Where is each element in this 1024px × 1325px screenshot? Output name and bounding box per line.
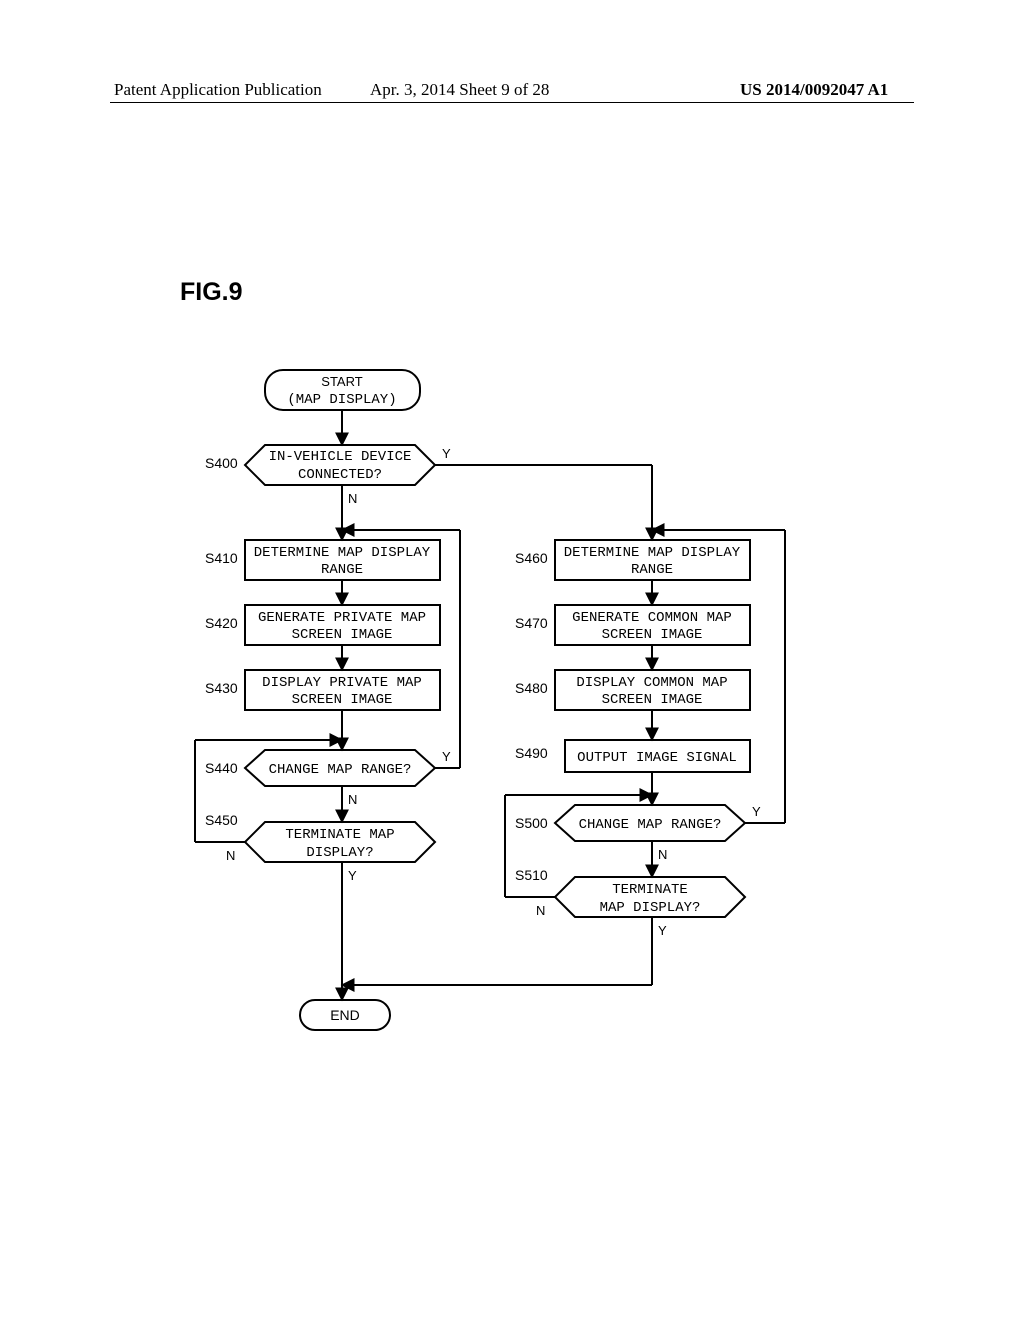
s400-text-2: CONNECTED? [298, 467, 382, 483]
s440-yes: Y [442, 749, 451, 764]
s500-text-1: CHANGE MAP RANGE? [579, 817, 722, 833]
s400-yes: Y [442, 446, 451, 461]
label-s460: S460 [515, 550, 548, 566]
s440-text-1: CHANGE MAP RANGE? [269, 762, 412, 778]
s510-no: N [536, 903, 545, 918]
s480-text-1: DISPLAY COMMON MAP [576, 675, 727, 691]
s400-no: N [348, 491, 357, 506]
node-s490: OUTPUT IMAGE SIGNAL [565, 740, 750, 772]
node-s460: DETERMINE MAP DISPLAY RANGE [555, 540, 750, 580]
node-s420: GENERATE PRIVATE MAP SCREEN IMAGE [245, 605, 440, 645]
node-s510: TERMINATE MAP DISPLAY? [555, 877, 745, 917]
start-text-1: START [321, 374, 362, 389]
s440-no: N [348, 792, 357, 807]
s450-no: N [226, 848, 235, 863]
label-s410: S410 [205, 550, 238, 566]
s420-text-1: GENERATE PRIVATE MAP [258, 610, 426, 626]
node-s500: CHANGE MAP RANGE? [555, 805, 745, 841]
s450-text-1: TERMINATE MAP [285, 827, 394, 843]
label-s510: S510 [515, 867, 548, 883]
label-s430: S430 [205, 680, 238, 696]
s410-text-2: RANGE [321, 562, 363, 578]
s510-text-2: MAP DISPLAY? [600, 900, 701, 916]
s430-text-1: DISPLAY PRIVATE MAP [262, 675, 422, 691]
label-s480: S480 [515, 680, 548, 696]
start-text-2: (MAP DISPLAY) [287, 392, 396, 408]
flowchart: START (MAP DISPLAY) IN-VEHICLE DEVICE CO… [0, 0, 1024, 1325]
node-s480: DISPLAY COMMON MAP SCREEN IMAGE [555, 670, 750, 710]
s470-text-1: GENERATE COMMON MAP [572, 610, 732, 626]
s510-yes: Y [658, 923, 667, 938]
s480-text-2: SCREEN IMAGE [602, 692, 703, 708]
node-s450: TERMINATE MAP DISPLAY? [245, 822, 435, 862]
label-s440: S440 [205, 760, 238, 776]
label-s500: S500 [515, 815, 548, 831]
s490-text-1: OUTPUT IMAGE SIGNAL [577, 750, 737, 766]
s470-text-2: SCREEN IMAGE [602, 627, 703, 643]
s420-text-2: SCREEN IMAGE [292, 627, 393, 643]
s430-text-2: SCREEN IMAGE [292, 692, 393, 708]
s500-no: N [658, 847, 667, 862]
node-s410: DETERMINE MAP DISPLAY RANGE [245, 540, 440, 580]
node-s430: DISPLAY PRIVATE MAP SCREEN IMAGE [245, 670, 440, 710]
node-s440: CHANGE MAP RANGE? [245, 750, 435, 786]
s500-yes: Y [752, 804, 761, 819]
s460-text-1: DETERMINE MAP DISPLAY [564, 545, 741, 561]
label-s470: S470 [515, 615, 548, 631]
label-s400: S400 [205, 455, 238, 471]
page: Patent Application Publication Apr. 3, 2… [0, 0, 1024, 1320]
label-s490: S490 [515, 745, 548, 761]
node-start: START (MAP DISPLAY) [265, 370, 420, 410]
s450-text-2: DISPLAY? [306, 845, 373, 861]
label-s450: S450 [205, 812, 238, 828]
node-end: END [300, 1000, 390, 1030]
s510-text-1: TERMINATE [612, 882, 688, 898]
s450-yes: Y [348, 868, 357, 883]
label-s420: S420 [205, 615, 238, 631]
s410-text-1: DETERMINE MAP DISPLAY [254, 545, 431, 561]
node-s470: GENERATE COMMON MAP SCREEN IMAGE [555, 605, 750, 645]
s460-text-2: RANGE [631, 562, 673, 578]
s400-text-1: IN-VEHICLE DEVICE [269, 449, 412, 465]
end-text: END [330, 1007, 360, 1023]
node-s400: IN-VEHICLE DEVICE CONNECTED? [245, 445, 435, 485]
